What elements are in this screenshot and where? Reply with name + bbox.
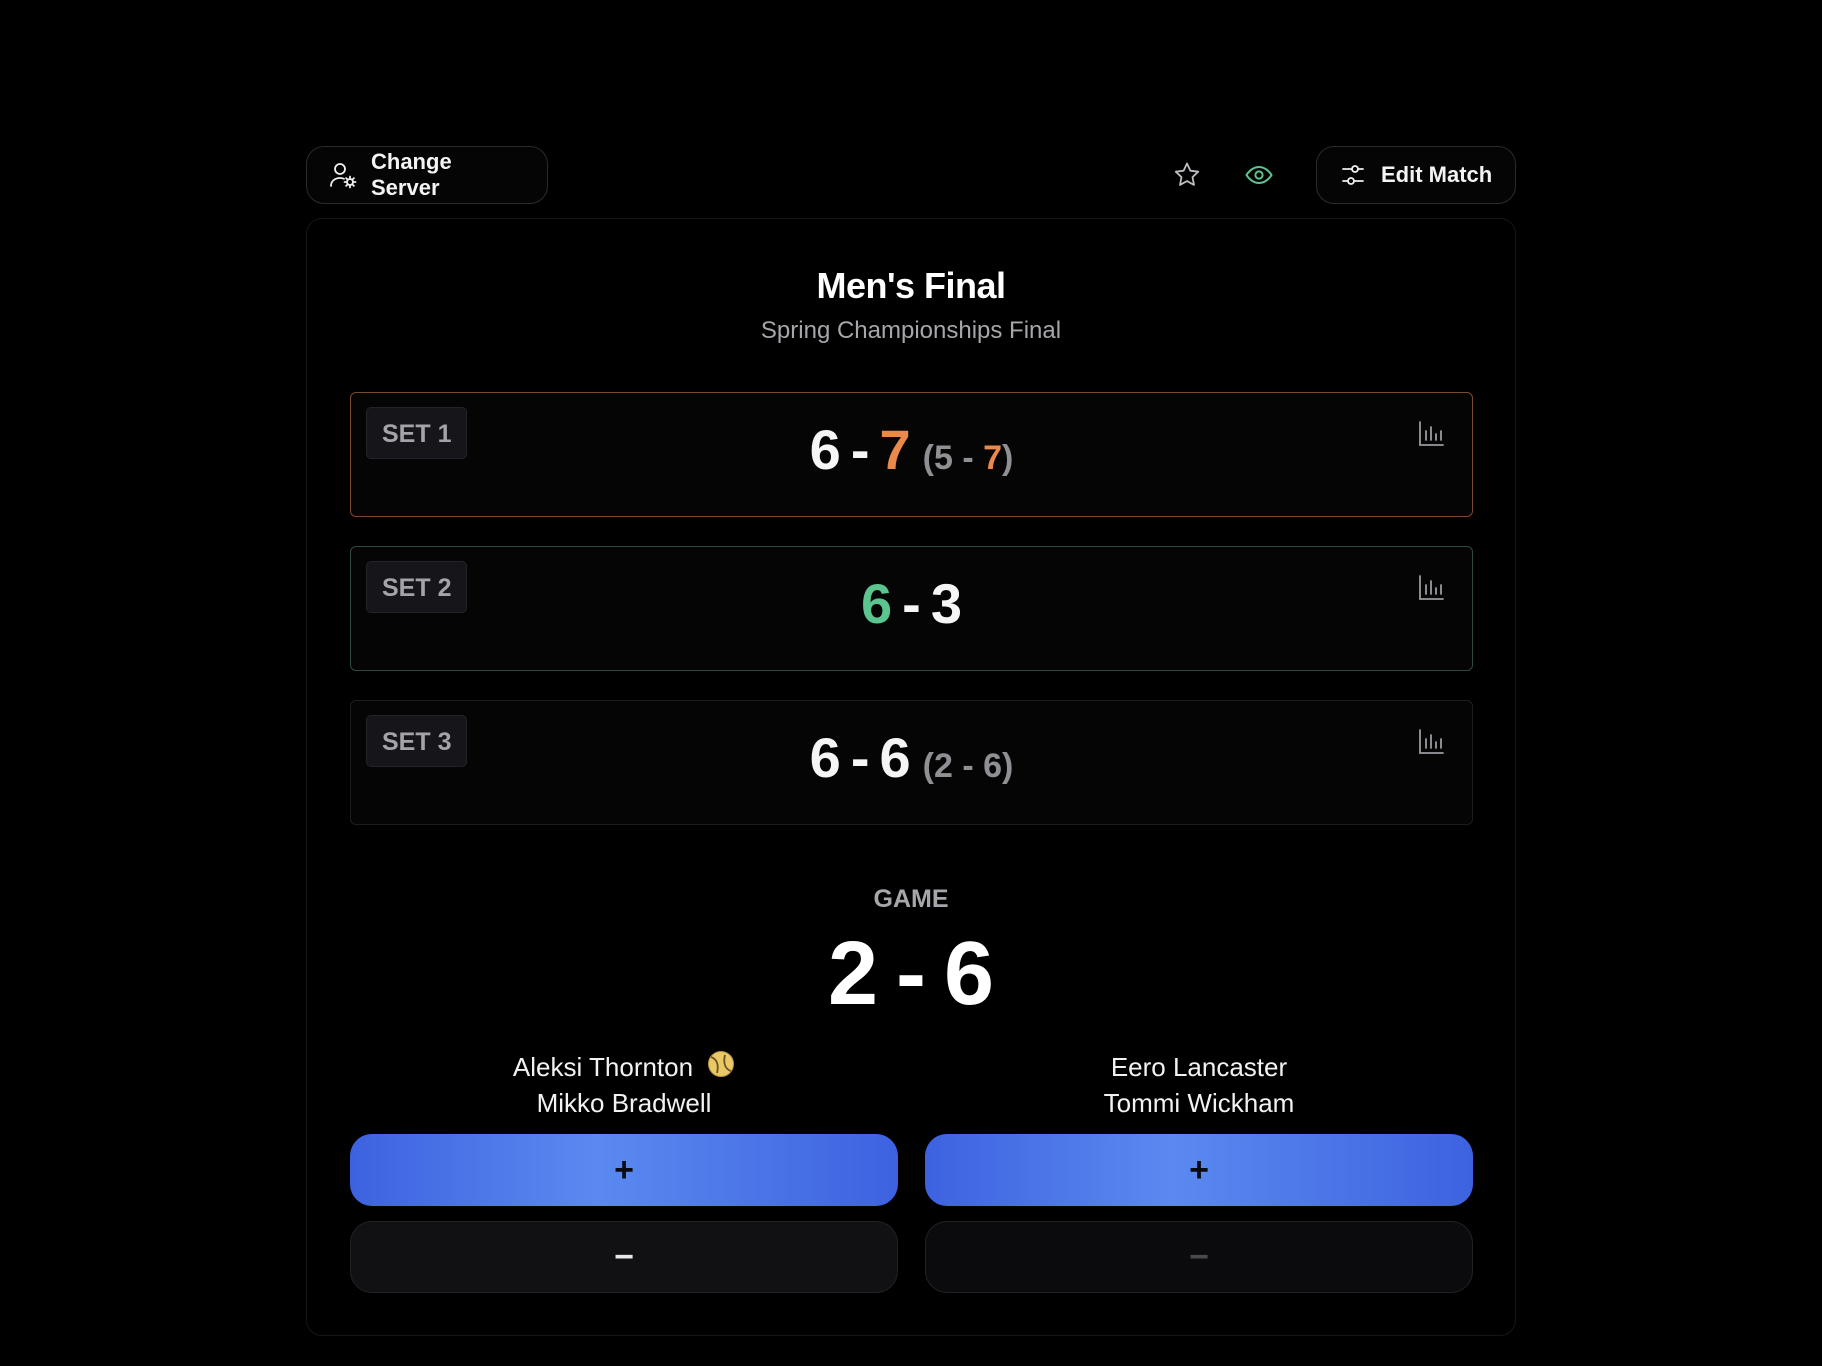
bar-chart-icon[interactable]: [1416, 573, 1446, 603]
edit-match-button[interactable]: Edit Match: [1316, 146, 1516, 204]
set-score-b: 3: [930, 572, 962, 635]
match-subtitle: Spring Championships Final: [760, 317, 1062, 344]
change-server-label: Change Server: [371, 149, 452, 200]
set-score-a: 6: [861, 572, 893, 635]
edit-match-label: Edit Match: [1381, 162, 1493, 187]
match-toolbar: Change Server Edit Match: [306, 146, 1516, 204]
sliders-icon: [1342, 165, 1364, 185]
team-b-player-1: Eero Lancaster: [1110, 1052, 1288, 1082]
game-label: GAME: [873, 885, 949, 913]
team-a-add-point-button[interactable]: +: [350, 1134, 898, 1206]
tiebreak-score: (5 - 7): [922, 439, 1014, 477]
change-server-button[interactable]: Change Server: [306, 146, 548, 204]
set-row-3: SET 3 6-6 (2 - 6): [350, 700, 1473, 825]
set-score-b: 7: [879, 418, 911, 481]
score-separator: -: [902, 572, 921, 635]
tiebreak-a: 5: [933, 439, 953, 477]
game-score-b: 6: [943, 924, 995, 1024]
set-row-2: SET 2 6-3: [350, 546, 1473, 671]
star-icon: [1174, 162, 1200, 186]
eye-icon: [1245, 165, 1273, 185]
tennis-ball-icon: [708, 1051, 735, 1077]
tiebreak-b: 7: [983, 439, 1003, 477]
team-a: Aleksi Thornton Mikko Bradwell: [350, 1049, 898, 1121]
score-separator: -: [850, 418, 870, 481]
tiebreak-b: 6: [983, 747, 1003, 785]
team-b-add-point-button[interactable]: +: [925, 1134, 1473, 1206]
team-b: Eero Lancaster Tommi Wickham: [925, 1049, 1473, 1121]
game-score-a: 2: [827, 924, 878, 1024]
scoreboard-card: Men's Final Spring Championships Final S…: [306, 218, 1516, 1336]
user-gear-icon: [330, 163, 357, 189]
team-a-player-2: Mikko Bradwell: [536, 1088, 712, 1118]
team-b-player-2: Tommi Wickham: [1103, 1088, 1295, 1118]
game-score: 2-6: [307, 923, 1515, 1026]
bar-chart-icon[interactable]: [1416, 727, 1446, 757]
set-score: 6-3: [351, 571, 1472, 636]
tiebreak-a: 2: [933, 747, 953, 785]
score-separator: -: [896, 924, 926, 1024]
set-score-a: 6: [809, 726, 841, 789]
tiebreak-score: (2 - 6): [922, 747, 1014, 785]
match-title: Men's Final: [816, 265, 1006, 306]
favorite-button[interactable]: [1168, 156, 1206, 194]
set-score: 6-6 (2 - 6): [351, 725, 1472, 790]
team-a-player-1: Aleksi Thornton: [350, 1049, 898, 1085]
team-b-remove-point-button[interactable]: −: [925, 1221, 1473, 1293]
set-score-b: 6: [879, 726, 911, 789]
set-row-1: SET 1 6-7 (5 - 7): [350, 392, 1473, 517]
team-a-remove-point-button[interactable]: −: [350, 1221, 898, 1293]
bar-chart-icon[interactable]: [1416, 419, 1446, 449]
watch-button[interactable]: [1240, 156, 1278, 194]
score-separator: -: [850, 726, 870, 789]
set-score: 6-7 (5 - 7): [351, 417, 1472, 482]
player-name: Aleksi Thornton: [512, 1052, 694, 1082]
set-score-a: 6: [809, 418, 841, 481]
